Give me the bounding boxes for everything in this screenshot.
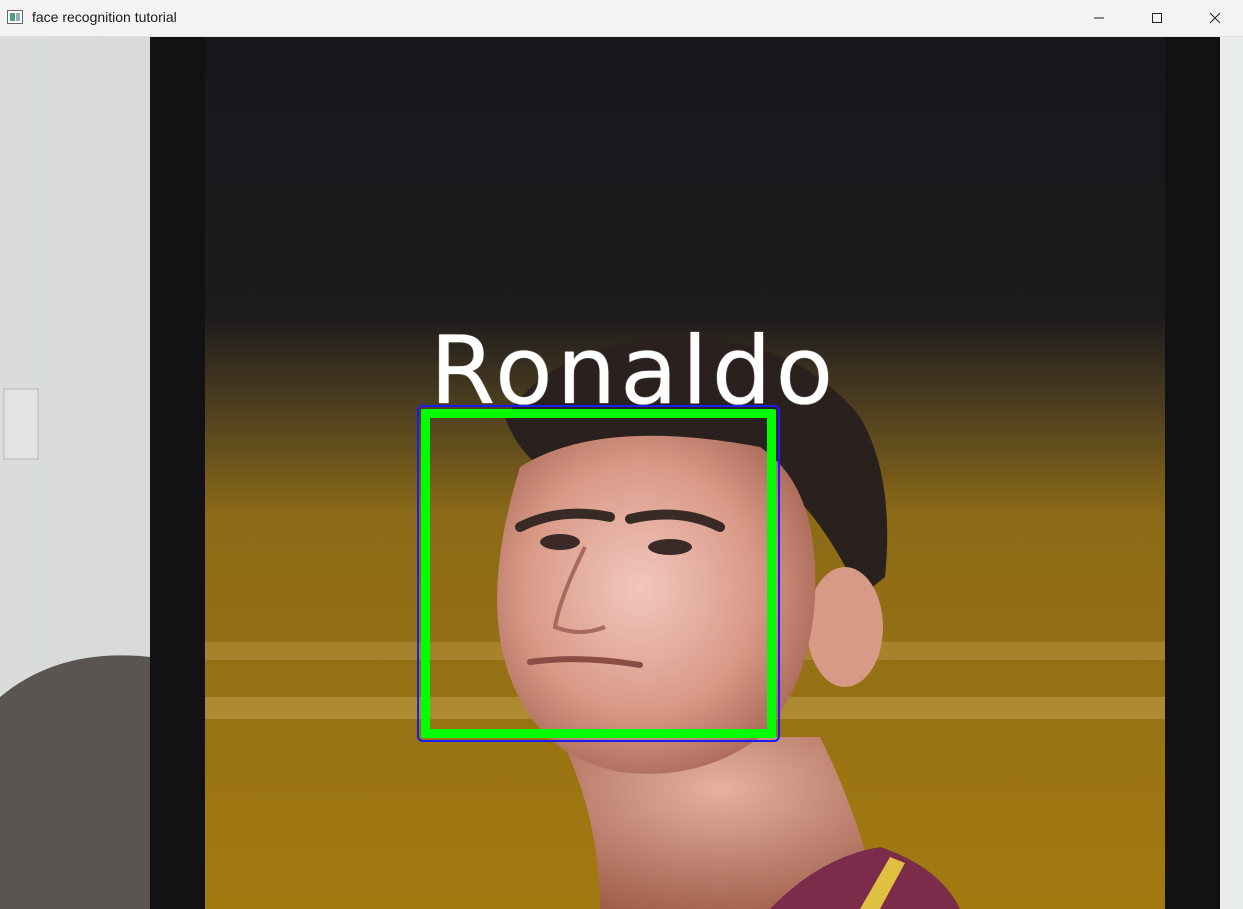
face-detection-box-inner	[421, 409, 776, 738]
camera-feed: Ronaldo	[0, 37, 1243, 909]
face-detection-box	[417, 405, 780, 742]
window-title: face recognition tutorial	[32, 9, 177, 25]
maximize-icon	[1152, 13, 1162, 23]
minimize-icon	[1094, 17, 1104, 19]
recognized-name-label: Ronaldo	[430, 317, 838, 426]
title-bar[interactable]: face recognition tutorial	[0, 0, 1243, 37]
close-icon	[1209, 12, 1221, 24]
minimize-button[interactable]	[1070, 0, 1128, 36]
app-window-icon	[7, 10, 23, 24]
maximize-button[interactable]	[1128, 0, 1186, 36]
close-button[interactable]	[1186, 0, 1243, 36]
app-window: face recognition tutorial Ronaldo	[0, 0, 1243, 909]
